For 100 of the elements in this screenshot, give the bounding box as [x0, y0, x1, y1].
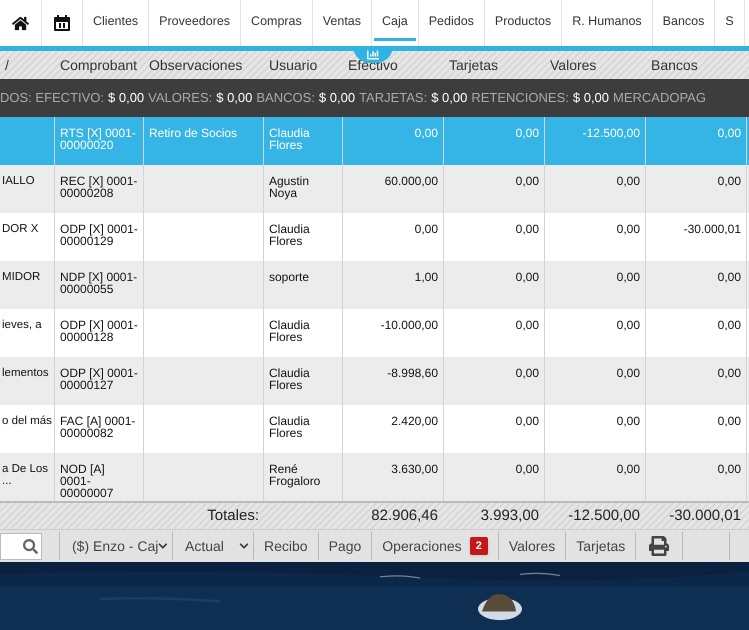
toolbar-button[interactable]: Pago [318, 532, 372, 560]
table-cell: René Frogaloro [269, 462, 320, 488]
table-cell: 0,00 [718, 462, 741, 476]
table-cell: 1,00 [414, 270, 438, 284]
toolbar-button[interactable]: Tarjetas [566, 532, 636, 560]
table-cell: REC [X] 0001-00000208 [60, 174, 138, 200]
column-header[interactable]: Valores [550, 56, 596, 72]
table-cell: RTS [X] 0001-00000020 [60, 126, 136, 152]
nav-tab[interactable]: Clientes [85, 5, 146, 41]
table-cell: 0,00 [616, 366, 640, 380]
table-cell: 0,00 [516, 414, 539, 428]
summary-value: $ 0,00 [431, 89, 468, 108]
bar-chart-icon [367, 48, 379, 60]
table-row[interactable]: IALLO REC [X] 0001-00000208 Agustin Noya 60.000,00 0,00 0,00 0,00 [0, 165, 749, 213]
table-cell: 0,00 [718, 414, 741, 428]
table-cell: -10.000,00 [380, 318, 438, 332]
table-cell: -8.998,60 [387, 366, 438, 380]
table-cell: Claudia Flores [269, 222, 310, 248]
nav-tab[interactable]: Pedidos [420, 5, 482, 41]
table-cell: -30.000,01 [684, 222, 741, 236]
nav-tab[interactable]: Bancos [654, 5, 712, 41]
table-cell: DOR X [2, 223, 38, 235]
table-cell: ODP [X] 0001-00000127 [60, 366, 138, 392]
table-cell: 0,00 [616, 174, 640, 188]
column-header[interactable]: Comprobant [60, 56, 138, 72]
table-cell: 0,00 [718, 318, 741, 332]
table-cell: FAC [A] 0001-00000082 [60, 414, 136, 440]
table-cell: 0,00 [616, 222, 640, 236]
table-cell: 0,00 [414, 222, 438, 236]
nav-tab[interactable]: R. Humanos [564, 5, 650, 41]
nav-tab[interactable]: Proveedores [151, 5, 238, 41]
table-row[interactable]: DOR X ODP [X] 0001-00000129 Claudia Flores 0,00 0,00 0,00 -30.000,01 [0, 213, 749, 261]
table-cell: IALLO [2, 175, 35, 187]
count-badge: 2 [470, 536, 488, 556]
table-row[interactable]: a De Los ... NOD [A] 0001-00000007 René Frogaloro 3.630,00 0,00 0,00 0,00 [0, 453, 749, 501]
table-cell: soporte [269, 270, 310, 284]
search-field[interactable] [0, 532, 42, 560]
table-cell: 0,00 [516, 462, 539, 476]
nav-tab[interactable]: Productos [486, 5, 560, 41]
table-cell: Retiro de Socios [149, 126, 238, 140]
table-cell: 0,00 [516, 270, 539, 284]
table-cell: ieves, a [2, 319, 42, 331]
toolbar-button[interactable]: Recibo [254, 532, 319, 560]
column-header[interactable]: Bancos [651, 56, 698, 72]
column-header[interactable]: Usuario [269, 56, 318, 72]
column-header[interactable]: Efectivo [348, 56, 398, 72]
summary-value: $ 0,00 [216, 89, 252, 108]
summary-value: $ 0,00 [108, 89, 144, 108]
column-header[interactable]: / [5, 56, 9, 72]
table-cell: 60.000,00 [384, 174, 438, 188]
summary-label: MERCADOPAG [613, 89, 706, 108]
total-value: 3.993,00 [480, 506, 539, 524]
table-cell: 0,00 [718, 126, 741, 140]
toolbar-button[interactable]: Valores [498, 532, 566, 560]
table-cell: Claudia Flores [269, 366, 310, 392]
dropdown-select[interactable]: Actual [173, 532, 254, 560]
table-cell: ODP [X] 0001-00000129 [60, 222, 138, 248]
totals-label: Totales: [207, 506, 259, 524]
table-cell: Claudia Flores [269, 414, 310, 440]
column-header[interactable]: Observaciones [149, 56, 242, 72]
summary-label: RETENCIONES: [471, 89, 569, 108]
table-cell: 0,00 [616, 462, 640, 476]
table-cell: NDP [X] 0001-00000055 [60, 270, 138, 296]
table-cell: ODP [X] 0001-00000128 [60, 318, 138, 344]
summary-label: DOS: EFECTIVO: [0, 89, 104, 108]
table-cell: 0,00 [718, 270, 741, 284]
nav-tab[interactable]: Ventas [314, 5, 369, 41]
home-icon [12, 14, 29, 32]
summary-label: TARJETAS: [359, 89, 428, 108]
table-cell: 0,00 [516, 318, 539, 332]
summary-value: $ 0,00 [572, 89, 610, 108]
table-cell: 2.420,00 [391, 414, 438, 428]
table-cell: Claudia Flores [269, 318, 310, 344]
table-cell: 0,00 [516, 126, 539, 140]
nav-tab[interactable]: S [717, 5, 742, 41]
search-icon [23, 538, 38, 554]
summary-value: $ 0,00 [318, 89, 356, 108]
nav-tab[interactable]: Compras [243, 5, 310, 41]
chevron-icon [239, 541, 249, 551]
column-header[interactable]: Tarjetas [449, 56, 498, 72]
total-value: -30.000,01 [669, 506, 741, 524]
total-value: 82.906,46 [371, 506, 438, 524]
table-cell: 0,00 [718, 366, 741, 380]
dropdown-select[interactable]: ($) Enzo - Caj [60, 532, 173, 560]
table-row[interactable]: lementos ODP [X] 0001-00000127 Claudia Flores -8.998,60 0,00 0,00 0,00 [0, 357, 749, 405]
table-cell: Claudia Flores [269, 126, 310, 152]
table-row[interactable]: ieves, a ODP [X] 0001-00000128 Claudia Flores -10.000,00 0,00 0,00 0,00 [0, 309, 749, 357]
table-cell: 3.630,00 [391, 462, 438, 476]
table-cell: lementos [2, 367, 49, 379]
table-row[interactable]: MIDOR NDP [X] 0001-00000055 soporte 1,00 0,00 0,00 0,00 [0, 261, 749, 309]
toolbar-button[interactable]: Operaciones 2 [372, 532, 499, 560]
summary-label: BANCOS: [256, 89, 315, 108]
table-cell: 0,00 [616, 318, 640, 332]
chevron-icon [158, 541, 168, 551]
table-cell: NOD [A] 0001-00000007 [60, 462, 114, 500]
printer-icon [649, 536, 670, 556]
table-row[interactable]: o del más FAC [A] 0001-00000082 Claudia Flores 2.420,00 0,00 0,00 0,00 [0, 405, 749, 453]
table-cell: a De Los ... [2, 463, 48, 487]
table-cell: -12.500,00 [582, 126, 640, 140]
nav-tab[interactable]: Caja [374, 5, 416, 41]
